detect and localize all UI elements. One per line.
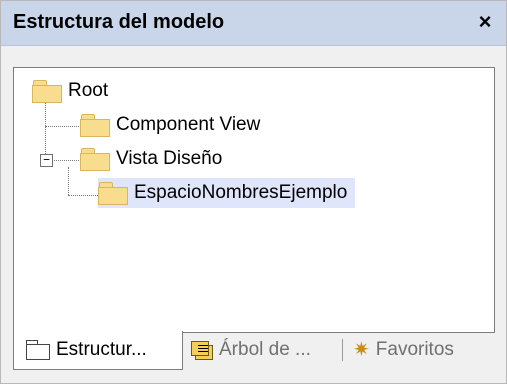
tab-separator	[342, 339, 343, 361]
star-icon: ✷	[353, 339, 370, 361]
model-structure-window: Estructura del modelo × Root Component V…	[0, 0, 507, 384]
tree-node-component-view[interactable]: Component View	[80, 110, 262, 140]
panel-tab-bar: Estructur... Árbol de ... ✷ Favoritos	[13, 331, 494, 375]
close-button[interactable]: ×	[472, 9, 498, 35]
title-bar: Estructura del modelo ×	[1, 1, 506, 46]
tree-node-label: Component View	[116, 114, 261, 135]
tree-node-espacio-nombres-ejemplo[interactable]: EspacioNombresEjemplo	[98, 178, 356, 208]
tree-node-vista-diseno[interactable]: Vista Diseño	[80, 144, 224, 174]
tab-label: Favoritos	[375, 339, 454, 360]
list-icon	[191, 341, 213, 360]
folder-icon	[98, 181, 128, 205]
tree-connector	[68, 167, 69, 195]
tab-estructura[interactable]: Estructur...	[13, 331, 183, 370]
window-title: Estructura del modelo	[13, 11, 225, 33]
tab-favoritos[interactable]: ✷ Favoritos	[353, 331, 454, 369]
tree-connector	[45, 126, 85, 127]
tree-node-root[interactable]: Root	[32, 76, 110, 106]
folder-icon	[80, 113, 110, 137]
tab-label: Estructur...	[56, 339, 147, 360]
tab-label: Árbol de ...	[219, 339, 311, 360]
tree-node-label: Vista Diseño	[116, 148, 223, 169]
tree-node-label: EspacioNombresEjemplo	[132, 181, 350, 205]
folder-icon	[80, 147, 110, 171]
folder-outline-icon	[26, 340, 50, 360]
collapse-icon[interactable]: −	[40, 154, 53, 167]
folder-icon	[32, 79, 62, 103]
tree-node-label: Root	[68, 80, 109, 101]
tree-view[interactable]: Root Component View − Vista Diseño Espac…	[13, 67, 495, 333]
close-icon: ×	[478, 9, 492, 34]
tab-arbol[interactable]: Árbol de ...	[191, 331, 311, 369]
